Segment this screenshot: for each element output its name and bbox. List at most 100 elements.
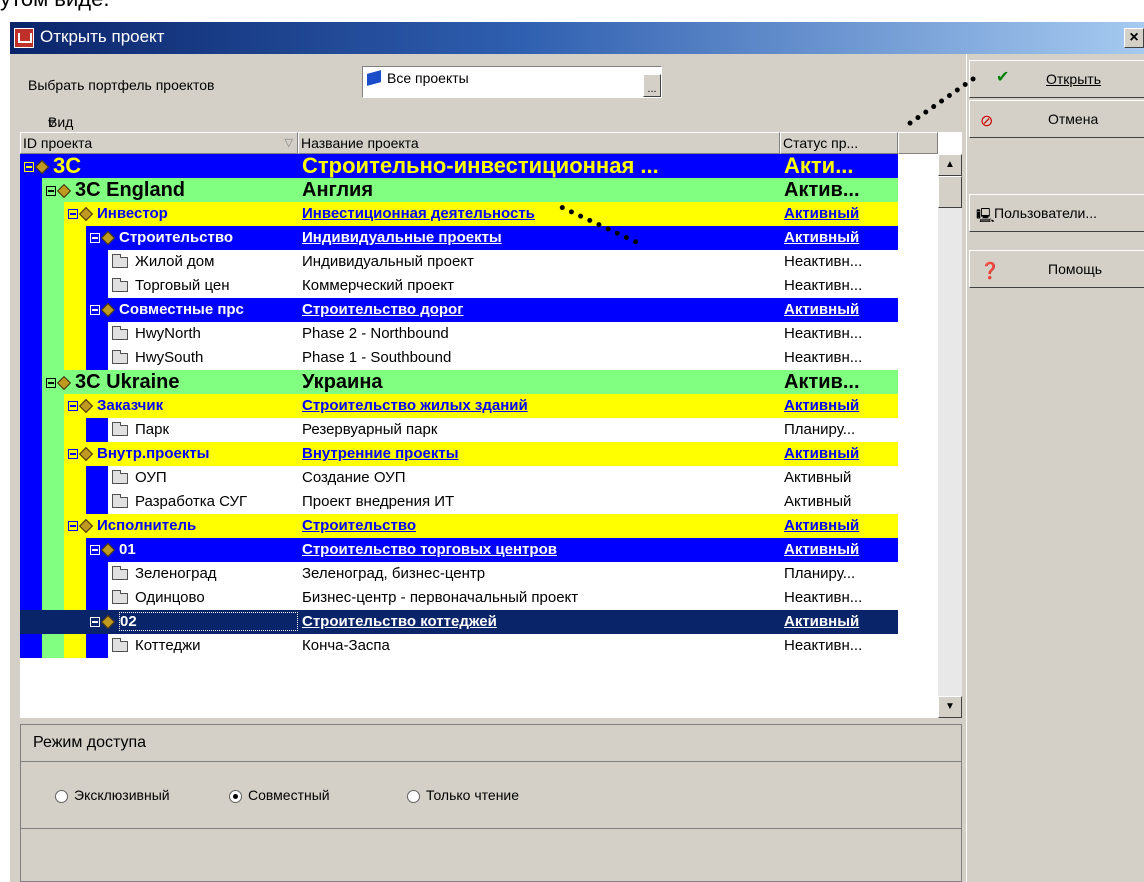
table-row[interactable]: Заказчик Строительство жилых зданий Активн… bbox=[20, 394, 898, 418]
cell-name: Phase 1 - Southbound bbox=[302, 349, 452, 366]
cancel-button[interactable]: ⊘ Отмена bbox=[969, 100, 1144, 138]
table-row[interactable]: 3C Строительно-инвестиционная ... Акти... bbox=[20, 154, 898, 178]
cell-status: Неактивн... bbox=[784, 277, 863, 294]
table-row[interactable]: Зеленоград Зеленоград, бизнес-центр Планир… bbox=[20, 562, 898, 586]
collapse-icon[interactable] bbox=[68, 449, 78, 460]
tree-stripe bbox=[42, 610, 64, 634]
collapse-icon[interactable] bbox=[46, 377, 56, 388]
tree-stripe bbox=[64, 418, 86, 442]
portfolio-browse-button[interactable]: ... bbox=[643, 74, 661, 97]
cell-name: Коммерческий проект bbox=[302, 277, 454, 294]
tree-stripe bbox=[64, 538, 86, 562]
project-folder-icon bbox=[112, 493, 128, 508]
project-folder-icon bbox=[112, 325, 128, 340]
tree-stripe bbox=[64, 610, 86, 634]
table-row[interactable]: Строительство Индивидуальные проекты Актив… bbox=[20, 226, 898, 250]
group-diamond-icon bbox=[100, 542, 116, 558]
cell-status: Актив... bbox=[784, 179, 860, 201]
portfolio-label: Выбрать портфель проектов bbox=[28, 77, 215, 93]
table-row[interactable]: Исполнитель Строительство Активный bbox=[20, 514, 898, 538]
table-row[interactable]: HwySouth Phase 1 - Southbound Неактивн... bbox=[20, 346, 898, 370]
table-row[interactable]: 01 Строительство торговых центров Активный bbox=[20, 538, 898, 562]
view-toggle[interactable]: ▿ Вид bbox=[20, 112, 962, 132]
tree-stripe bbox=[42, 490, 64, 514]
table-row[interactable]: HwyNorth Phase 2 - Northbound Неактивн... bbox=[20, 322, 898, 346]
cell-id-text: HwyNorth bbox=[135, 325, 201, 342]
tree-stripe bbox=[86, 490, 108, 514]
scroll-thumb[interactable] bbox=[938, 176, 962, 208]
table-row[interactable]: Разработка СУГ Проект внедрения ИТ Активны… bbox=[20, 490, 898, 514]
cell-id: 01 bbox=[90, 538, 298, 562]
table-row[interactable]: Инвестор Инвестиционная деятельность Актив… bbox=[20, 202, 898, 226]
radio-readonly[interactable]: Только чтение bbox=[407, 787, 519, 803]
collapse-icon[interactable] bbox=[90, 545, 100, 556]
collapse-icon[interactable] bbox=[90, 233, 100, 244]
checkmark-icon: ✔ bbox=[996, 69, 1010, 86]
scroll-up-icon[interactable]: ▲ bbox=[938, 154, 962, 176]
tree-stripe bbox=[20, 514, 42, 538]
table-row[interactable]: 3C England Англия Актив... bbox=[20, 178, 898, 202]
column-header-empty bbox=[898, 132, 938, 154]
tree-stripe bbox=[20, 418, 42, 442]
table-row[interactable]: Жилой дом Индивидуальный проект Неактивн..… bbox=[20, 250, 898, 274]
close-button[interactable]: × bbox=[1124, 28, 1144, 48]
collapse-icon[interactable] bbox=[68, 521, 78, 532]
help-button[interactable]: ❓ Помощь bbox=[969, 250, 1144, 288]
tree-stripe bbox=[20, 562, 42, 586]
tree-stripe bbox=[42, 274, 64, 298]
table-row[interactable]: Совместные прс Строительство дорог Активны… bbox=[20, 298, 898, 322]
tree-stripe bbox=[64, 562, 86, 586]
column-header-name[interactable]: Название проекта bbox=[298, 132, 780, 154]
collapse-icon[interactable] bbox=[90, 305, 100, 316]
radio-shared[interactable]: Совместный bbox=[229, 787, 330, 803]
collapse-icon[interactable] bbox=[68, 401, 78, 412]
tree-stripe bbox=[20, 250, 42, 274]
table-row[interactable]: 3C Ukraine Украина Актив... bbox=[20, 370, 898, 394]
cell-name: Создание ОУП bbox=[302, 469, 406, 486]
cell-id: 3C Ukraine bbox=[46, 370, 298, 394]
cell-id-text: HwySouth bbox=[135, 349, 204, 366]
table-row[interactable]: Одинцово Бизнес-центр - первоначальный пр… bbox=[20, 586, 898, 610]
radio-exclusive[interactable]: Эксклюзивный bbox=[55, 787, 170, 803]
collapse-icon[interactable] bbox=[24, 162, 34, 173]
project-folder-icon bbox=[112, 469, 128, 484]
cell-id: Строительство bbox=[90, 226, 298, 250]
table-row[interactable]: ОУП Создание ОУП Активный bbox=[20, 466, 898, 490]
table-row[interactable]: Парк Резервуарный парк Планиру... bbox=[20, 418, 898, 442]
collapse-icon[interactable] bbox=[46, 185, 56, 196]
cell-id-text: Жилой дом bbox=[135, 253, 215, 270]
vertical-scrollbar[interactable]: ▲ ▼ bbox=[938, 154, 962, 718]
cell-id-text: Исполнитель bbox=[97, 517, 197, 534]
scroll-down-icon[interactable]: ▼ bbox=[938, 696, 962, 718]
cell-name: Англия bbox=[302, 179, 374, 201]
column-header-id[interactable]: ID проекта ▽ bbox=[20, 132, 298, 154]
collapse-icon[interactable] bbox=[90, 617, 100, 628]
radio-icon bbox=[407, 789, 420, 803]
table-row[interactable]: Торговый цен Коммерческий проект Неактивн.… bbox=[20, 274, 898, 298]
group-diamond-icon bbox=[100, 302, 116, 318]
portfolio-value: Все проекты bbox=[387, 70, 469, 86]
tree-stripe bbox=[64, 466, 86, 490]
access-mode-title: Режим доступа bbox=[33, 734, 147, 751]
collapse-icon[interactable] bbox=[68, 209, 78, 220]
cell-name: Инвестиционная деятельность bbox=[302, 205, 535, 222]
cell-id-text: ОУП bbox=[135, 469, 167, 486]
users-button[interactable]: 🖳 Пользователи... bbox=[969, 194, 1144, 232]
tree-stripe bbox=[20, 466, 42, 490]
divider bbox=[21, 828, 961, 829]
group-diamond-icon bbox=[100, 230, 116, 246]
open-button[interactable]: ✔ Открыть bbox=[969, 60, 1144, 98]
cell-status: Планиру... bbox=[784, 565, 856, 582]
table-row[interactable]: Коттеджи Конча-Заспа Неактивн... bbox=[20, 634, 898, 658]
cell-name: Индивидуальный проект bbox=[302, 253, 474, 270]
tree-stripe bbox=[42, 538, 64, 562]
column-header-status[interactable]: Статус пр... bbox=[780, 132, 898, 154]
portfolio-field[interactable]: Все проекты ... bbox=[362, 66, 662, 98]
group-diamond-icon bbox=[100, 614, 116, 630]
cell-id-text: 01 bbox=[119, 541, 136, 558]
tree-stripe bbox=[20, 586, 42, 610]
table-row[interactable]: 02 Строительство коттеджей Активный bbox=[20, 610, 898, 634]
group-diamond-icon bbox=[78, 518, 94, 534]
project-folder-icon bbox=[112, 565, 128, 580]
table-row[interactable]: Внутр.проекты Внутренние проекты Активный bbox=[20, 442, 898, 466]
